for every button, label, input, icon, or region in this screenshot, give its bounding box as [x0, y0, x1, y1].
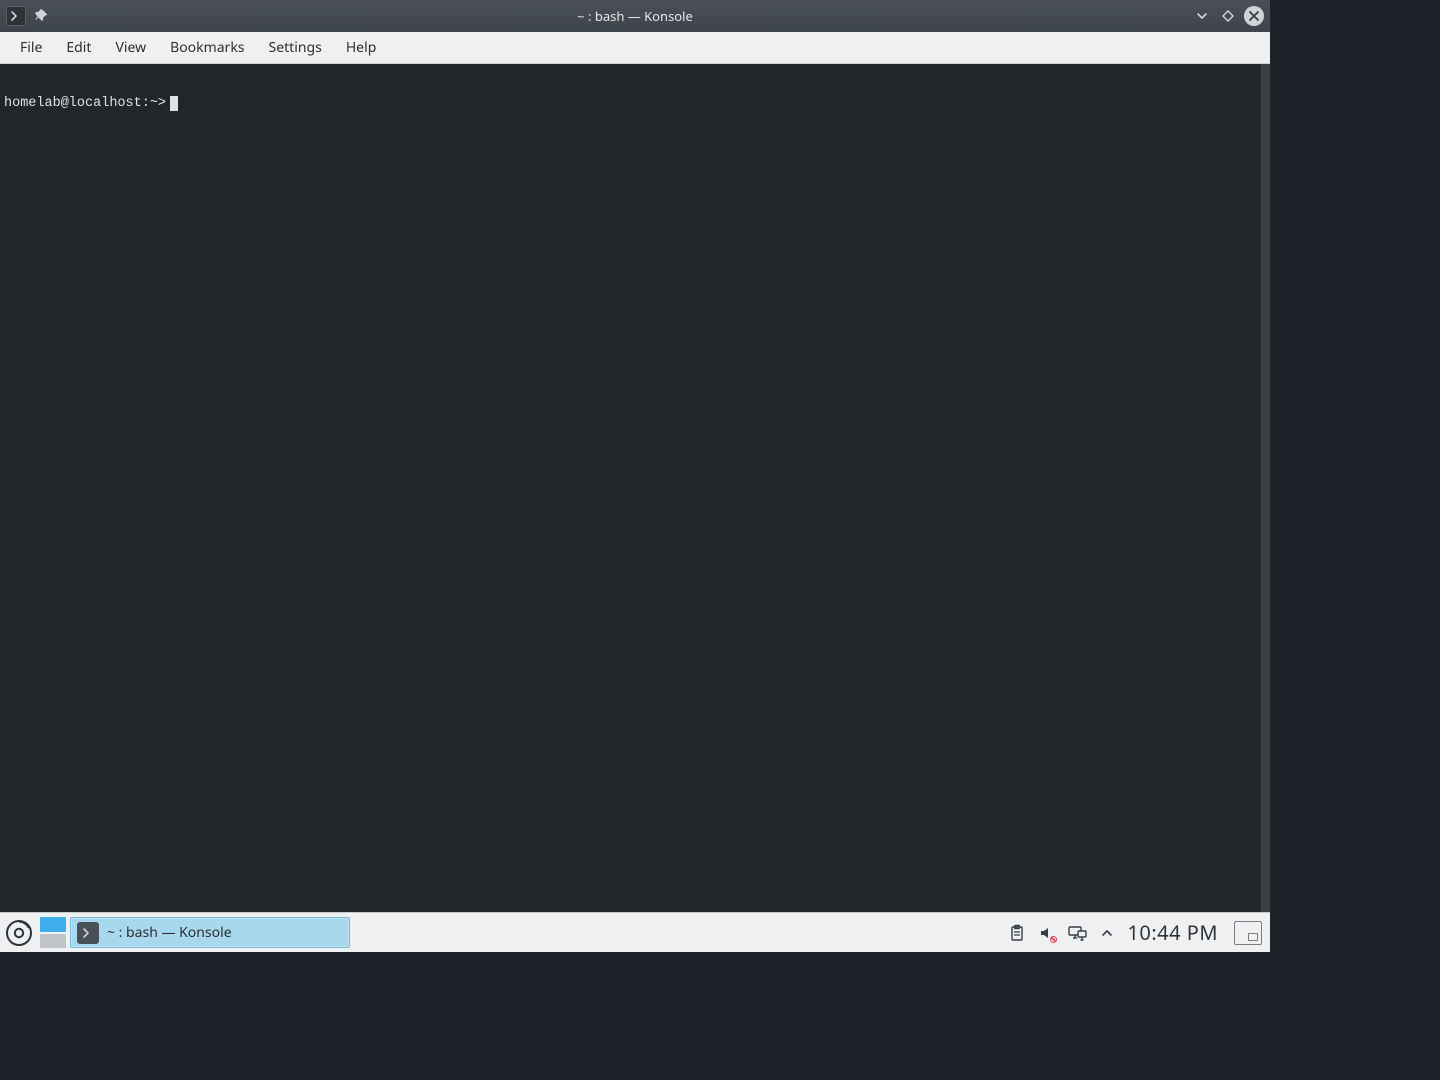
start-button[interactable]: [0, 913, 38, 952]
pager-desktop-2[interactable]: [40, 934, 66, 949]
network-icon[interactable]: [1067, 923, 1087, 943]
menu-view[interactable]: View: [103, 34, 158, 61]
pager-desktop-1[interactable]: [40, 917, 66, 932]
menu-help[interactable]: Help: [334, 34, 389, 61]
shell-prompt: homelab@localhost:~>: [4, 96, 166, 111]
terminal[interactable]: homelab@localhost:~>: [0, 64, 1260, 912]
menu-file[interactable]: File: [8, 34, 54, 61]
menu-edit[interactable]: Edit: [54, 34, 103, 61]
terminal-area: homelab@localhost:~>: [0, 64, 1270, 912]
show-desktop-button[interactable]: [1234, 921, 1262, 945]
minimize-button[interactable]: [1192, 6, 1212, 26]
pin-icon[interactable]: [34, 8, 50, 24]
window-titlebar: ~ : bash — Konsole: [0, 0, 1270, 32]
close-button[interactable]: [1244, 6, 1264, 26]
virtual-desktop-pager[interactable]: [38, 913, 68, 952]
terminal-scrollbar[interactable]: [1260, 64, 1270, 912]
volume-muted-icon[interactable]: [1037, 923, 1057, 943]
clipboard-icon[interactable]: [1007, 923, 1027, 943]
menu-settings[interactable]: Settings: [257, 34, 334, 61]
window-controls: [1192, 6, 1264, 26]
konsole-task-icon: [77, 922, 99, 944]
maximize-button[interactable]: [1218, 6, 1238, 26]
taskbar: ~ : bash — Konsole 10:44 PM: [0, 912, 1270, 952]
terminal-cursor: [170, 96, 178, 111]
tray-expand-icon[interactable]: [1097, 923, 1117, 943]
titlebar-left: [6, 6, 50, 26]
system-tray: 10:44 PM: [999, 913, 1270, 952]
menubar: File Edit View Bookmarks Settings Help: [0, 32, 1270, 64]
konsole-app-icon: [6, 6, 26, 26]
taskbar-clock[interactable]: 10:44 PM: [1127, 919, 1218, 946]
prompt-line: homelab@localhost:~>: [4, 96, 1256, 111]
window-title: ~ : bash — Konsole: [0, 7, 1270, 25]
menu-bookmarks[interactable]: Bookmarks: [158, 34, 256, 61]
taskbar-entry-konsole[interactable]: ~ : bash — Konsole: [70, 917, 350, 948]
taskbar-entry-label: ~ : bash — Konsole: [107, 923, 232, 942]
